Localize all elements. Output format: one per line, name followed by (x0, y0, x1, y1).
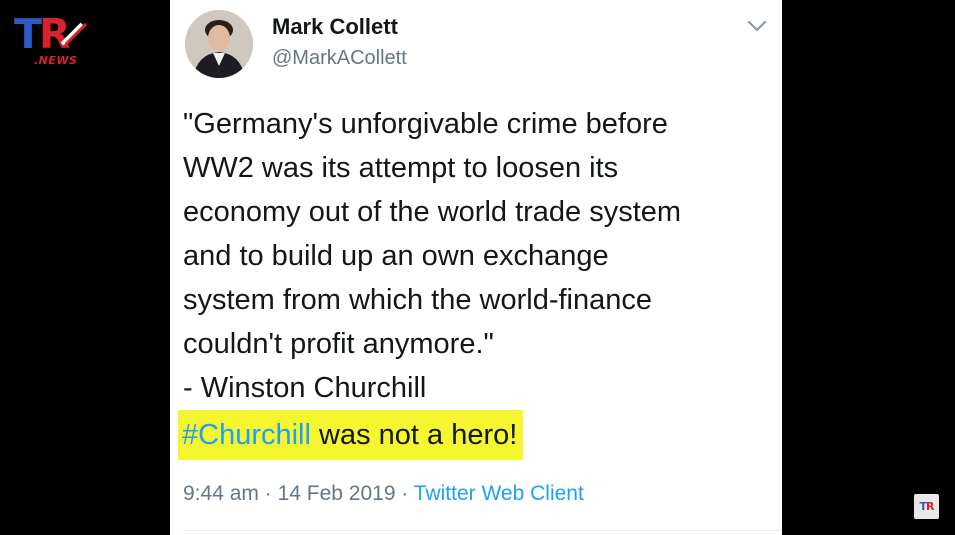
tweet-client-link[interactable]: Twitter Web Client (414, 482, 584, 505)
tweet-text-line: - Winston Churchill (183, 372, 427, 404)
avatar-photo (185, 10, 253, 78)
author-name[interactable]: Mark Collett (272, 14, 398, 40)
watermark-letter-r: R (926, 500, 935, 513)
tweet-text: "Germany's unforgivable crime before WW2… (183, 102, 773, 410)
tr-watermark-logo: TR (914, 494, 939, 519)
highlighted-text: #Churchill was not a hero! (178, 410, 524, 460)
tweet-text-line: WW2 was its attempt to loosen its (183, 152, 619, 184)
divider (183, 530, 782, 531)
tweet-text-line: and to build up an own exchange (183, 240, 609, 272)
video-frame: TR .NEWS Mark Collett @MarkACollett "Ger… (0, 0, 955, 535)
tweet-text-line: economy out of the world trade system (183, 196, 682, 228)
tweet-card: Mark Collett @MarkACollett "Germany's un… (170, 0, 782, 535)
tweet-text-line: "Germany's unforgivable crime before (183, 108, 668, 140)
tweet-text-line: system from which the world-finance (183, 284, 652, 316)
tweet-text-line: couldn't profit anymore." (183, 328, 494, 360)
author-handle[interactable]: @MarkACollett (272, 47, 407, 70)
tweet-date[interactable]: 14 Feb 2019 (278, 482, 396, 505)
meta-separator: · (258, 482, 278, 505)
tr-news-logo: TR .NEWS (14, 12, 90, 72)
avatar[interactable] (185, 10, 253, 78)
tweet-time[interactable]: 9:44 am (183, 482, 259, 505)
tweet-meta: 9:44 am · 14 Feb 2019 · Twitter Web Clie… (183, 482, 584, 506)
logo-letter-t: T (14, 10, 42, 58)
logo-swoosh-icon (60, 22, 88, 46)
chevron-down-icon[interactable] (746, 18, 768, 34)
meta-separator: · (395, 482, 414, 505)
hashtag-link[interactable]: #Churchill (182, 419, 311, 451)
logo-subtitle: .NEWS (34, 54, 78, 67)
highlighted-text-rest: was not a hero! (310, 419, 518, 451)
